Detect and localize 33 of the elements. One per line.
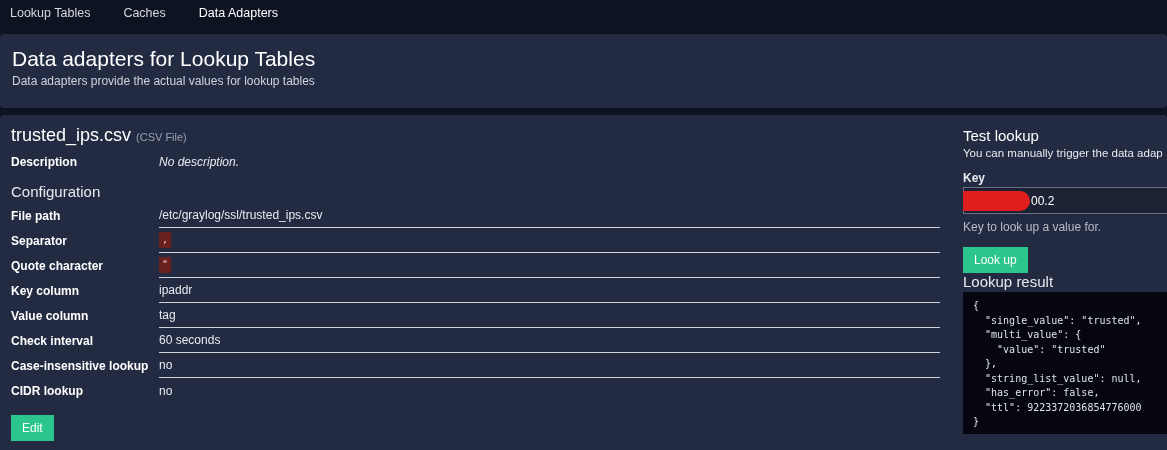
field-value: /etc/graylog/ssl/trusted_ips.csv — [159, 208, 323, 222]
nav-link[interactable]: Data Adapters — [198, 4, 278, 22]
result-code: { "single_value": "trusted", "multi_value": { "value": "trusted" }, "string_list_value": null, "has_error": false, "ttl": 9223372036854776000 } — [963, 292, 1167, 434]
field-value: no — [159, 383, 173, 398]
field-value: ipaddr — [159, 283, 193, 297]
field-label: Key column — [11, 283, 80, 298]
nav-link[interactable]: Lookup Tables — [10, 4, 91, 22]
field-label: File path — [11, 208, 62, 223]
field-value: 60 seconds — [159, 333, 221, 347]
field-value: no — [159, 358, 173, 372]
code-value: " — [159, 257, 172, 273]
panel-description: You can manually trigger the data adap — [963, 147, 1163, 159]
field-label: Description — [11, 154, 78, 169]
field-label: Check interval — [11, 333, 95, 348]
field-label: Separator — [11, 233, 69, 248]
nav-link[interactable]: Caches — [123, 4, 166, 22]
field-label: CIDR lookup — [11, 383, 84, 398]
field-label: Case-insensitive lookup — [11, 358, 150, 373]
page-subtitle: Data adapters provide the actual values for lookup tables — [12, 74, 316, 88]
page-title: Data adapters for Lookup Tables — [12, 46, 317, 72]
field-label: Value column — [11, 308, 90, 323]
help-text: Key to look up a value for. — [963, 220, 1103, 234]
adapter-name: trusted_ips.csv — [11, 125, 132, 146]
field-label: Key — [963, 171, 986, 185]
field-value: No description. — [159, 154, 240, 169]
section-heading: Configuration — [11, 182, 102, 202]
panel-title: Test lookup — [963, 127, 1040, 145]
field-label: Quote character — [11, 258, 105, 273]
section-heading: Lookup result — [963, 273, 1055, 290]
field-value: tag — [159, 308, 176, 322]
code-value: , — [159, 232, 172, 248]
key-input[interactable]: 00.2 — [963, 187, 1167, 214]
adapter-type: (CSV File) — [136, 131, 187, 143]
